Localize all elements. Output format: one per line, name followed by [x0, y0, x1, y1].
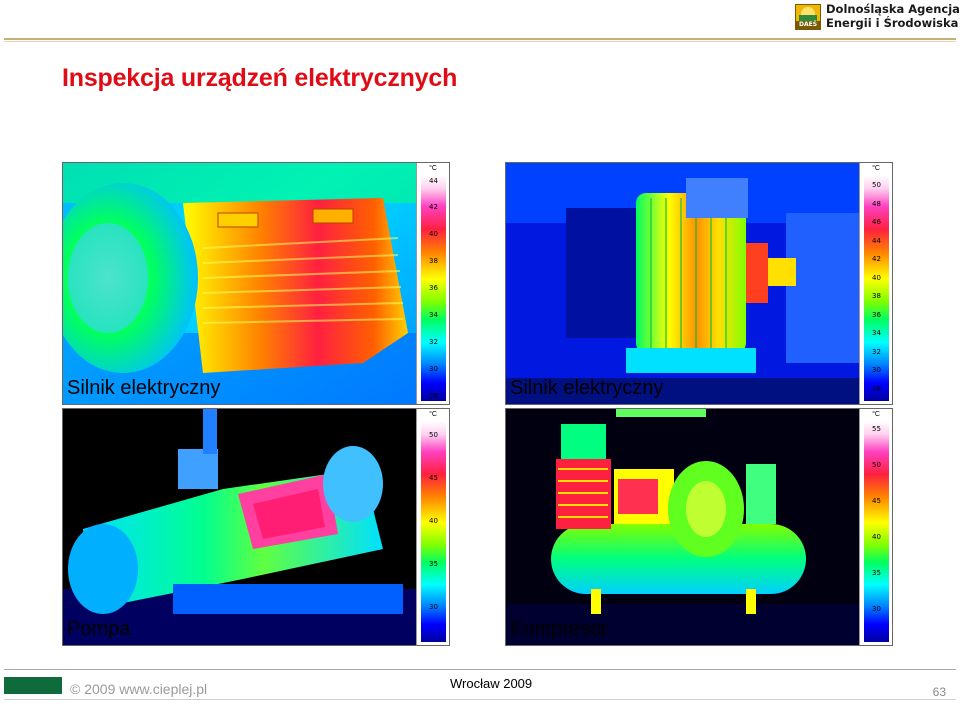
scale-tick: 30 — [429, 365, 438, 373]
scale-tick: 55 — [872, 425, 881, 433]
temperature-scale: °C 55 50 45 40 35 30 — [859, 409, 892, 645]
header-divider — [4, 38, 956, 40]
footer-divider — [4, 669, 956, 670]
footer-copyright: © 2009 www.cieplej.pl — [70, 681, 208, 697]
thermal-image-compressor: °C 55 50 45 40 35 30 Kompresor — [505, 408, 893, 646]
scale-tick: 40 — [429, 517, 438, 525]
logo-line-1: Dolnośląska Agencja — [826, 2, 960, 16]
scale-unit: °C — [429, 411, 437, 418]
panel-caption: Kompresor — [510, 618, 608, 640]
footer-bottom-divider — [4, 699, 956, 700]
scale-tick: 30 — [872, 605, 881, 613]
thermal-photo — [506, 409, 861, 645]
panel-caption: Silnik elektryczny — [510, 377, 664, 399]
scale-tick: 30 — [872, 366, 881, 374]
thermal-image-motor-2: °C 50 48 46 44 42 40 38 36 34 32 30 28 S… — [505, 162, 893, 405]
scale-tick: 32 — [872, 348, 881, 356]
scale-tick: 32 — [429, 338, 438, 346]
temperature-scale: °C 50 45 40 35 30 — [416, 409, 449, 645]
scale-tick: 36 — [429, 284, 438, 292]
scale-tick: 42 — [872, 255, 881, 263]
scale-tick: 48 — [872, 200, 881, 208]
scale-tick: 50 — [872, 461, 881, 469]
footer-accent-bar — [4, 677, 62, 694]
temperature-scale: °C 50 48 46 44 42 40 38 36 34 32 30 28 — [859, 163, 892, 404]
scale-tick: 28 — [429, 392, 438, 400]
thermal-photo — [63, 163, 418, 404]
scale-tick: 34 — [429, 311, 438, 319]
scale-tick: 45 — [429, 474, 438, 482]
panel-caption: Silnik elektryczny — [67, 377, 221, 399]
scale-tick: 34 — [872, 329, 881, 337]
scale-tick: 44 — [872, 237, 881, 245]
scale-unit: °C — [872, 165, 880, 172]
slide-title: Inspekcja urządzeń elektrycznych — [62, 64, 458, 92]
scale-tick: 38 — [429, 257, 438, 265]
scale-tick: 40 — [872, 274, 881, 282]
logo-text: Dolnośląska Agencja Energii i Środowiska — [826, 2, 960, 30]
scale-tick: 40 — [429, 230, 438, 238]
scale-tick: 28 — [872, 385, 881, 393]
scale-tick: 42 — [429, 203, 438, 211]
panel-caption: Pompa — [67, 618, 131, 640]
scale-tick: 30 — [429, 603, 438, 611]
scale-tick: 50 — [872, 181, 881, 189]
scale-tick: 40 — [872, 533, 881, 541]
scale-tick: 45 — [872, 497, 881, 505]
page-number: 63 — [932, 685, 946, 699]
footer-location: Wrocław 2009 — [450, 676, 533, 691]
scale-tick: 36 — [872, 311, 881, 319]
thermal-image-pump: °C 50 45 40 35 30 Pompa — [62, 408, 450, 646]
thermal-photo — [63, 409, 418, 645]
scale-unit: °C — [872, 411, 880, 418]
scale-tick: 46 — [872, 218, 881, 226]
agency-logo: DAEŚ Dolnośląska Agencja Energii i Środo… — [795, 2, 960, 32]
logo-line-2: Energii i Środowiska — [826, 16, 959, 30]
scale-tick: 50 — [429, 431, 438, 439]
header-divider-thin — [4, 41, 956, 42]
scale-unit: °C — [429, 165, 437, 172]
daes-logo-icon: DAEŚ — [795, 4, 821, 30]
temperature-scale: °C 44 42 40 38 36 34 32 30 28 — [416, 163, 449, 404]
thermal-photo — [506, 163, 861, 404]
scale-tick: 44 — [429, 177, 438, 185]
scale-tick: 38 — [872, 292, 881, 300]
scale-tick: 35 — [429, 560, 438, 568]
scale-tick: 35 — [872, 569, 881, 577]
thermal-image-motor-1: °C 44 42 40 38 36 34 32 30 28 Silnik ele… — [62, 162, 450, 405]
